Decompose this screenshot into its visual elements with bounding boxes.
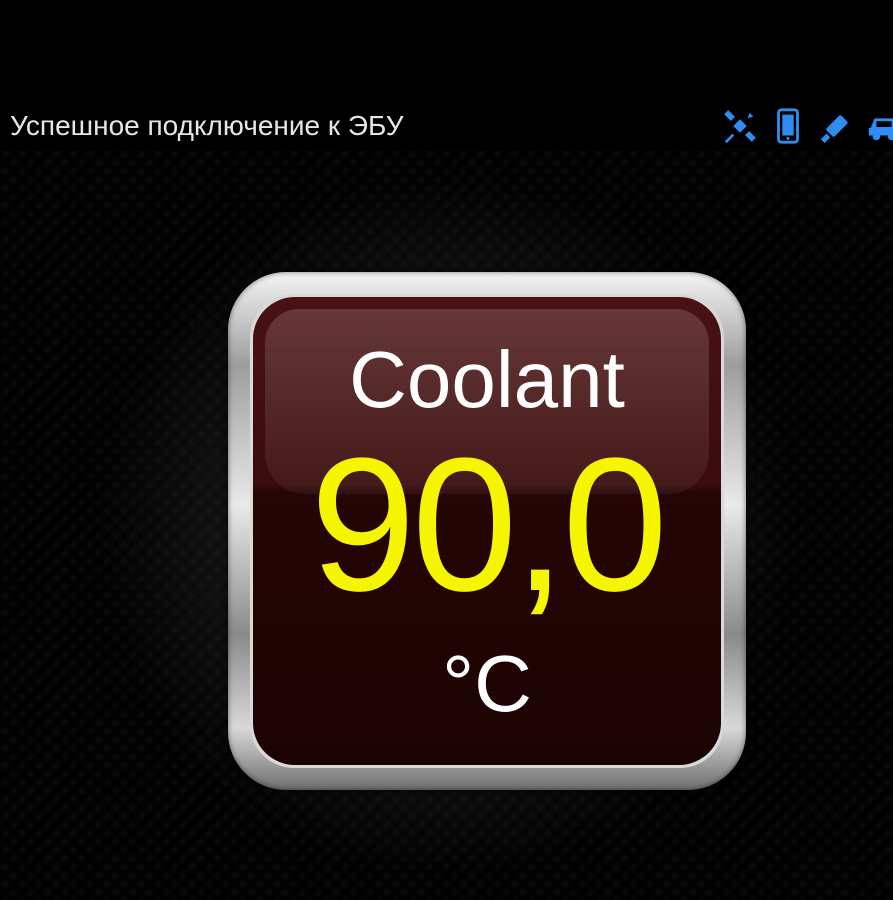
gauge-label: Coolant: [349, 335, 625, 424]
satellite-icon: [724, 110, 756, 144]
gauge-unit: °C: [442, 639, 532, 728]
car-icon: [868, 118, 893, 141]
gauge-value: 90,0: [310, 419, 668, 631]
phone-icon: [777, 108, 799, 144]
app-screen: Успешное подключение к ЭБУ Coolant 90,0 …: [0, 0, 893, 900]
gauge-face: Coolant 90,0 °C: [253, 297, 721, 765]
connection-status-bar: Успешное подключение к ЭБУ: [0, 100, 893, 150]
usb-dongle-icon: [820, 115, 848, 144]
coolant-gauge[interactable]: Coolant 90,0 °C: [228, 272, 746, 790]
connection-status-text: Успешное подключение к ЭБУ: [10, 110, 404, 141]
gauge-inner-border: Coolant 90,0 °C: [250, 294, 724, 768]
top-blank-area: [0, 0, 893, 100]
status-icons: [721, 106, 893, 146]
